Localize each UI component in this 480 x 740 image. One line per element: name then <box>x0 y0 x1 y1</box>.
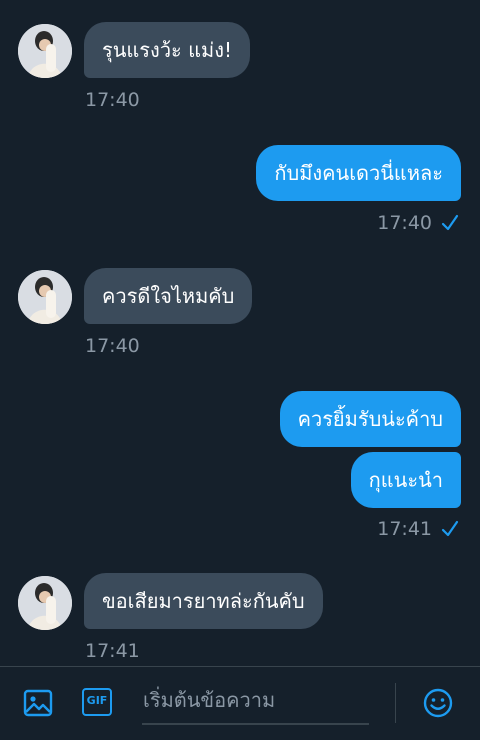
incoming-message-bubble[interactable]: ขอเสียมารยาทล่ะกันคับ <box>84 573 323 629</box>
outgoing-message-bubble[interactable]: ควรยิ้มรับน่ะค้าบ <box>279 391 461 447</box>
message-text: รุนแรงว้ะ แม่ง! <box>102 38 232 62</box>
outgoing-message-bubble[interactable]: กุแนะนำ <box>350 452 461 508</box>
message-timestamp: 17:40 <box>85 89 140 111</box>
sent-check-icon <box>441 520 459 537</box>
message-text: ควรดีใจไหมคับ <box>102 284 235 308</box>
avatar[interactable] <box>18 24 72 78</box>
avatar[interactable] <box>18 270 72 324</box>
avatar-photo <box>18 270 72 324</box>
message-input[interactable]: เริ่มต้นข้อความ <box>143 684 275 716</box>
message-text: ควรยิ้มรับน่ะค้าบ <box>297 407 443 431</box>
message-text: กุแนะนำ <box>368 468 443 492</box>
divider <box>395 683 396 723</box>
conversation-thread: รุนแรงว้ะ แม่ง! 17:40 กับมึงคนเดวนี่แหละ… <box>0 0 480 666</box>
outgoing-message-bubble[interactable]: กับมึงคนเดวนี่แหละ <box>256 145 461 201</box>
message-text: ขอเสียมารยาทล่ะกันคับ <box>102 589 305 613</box>
gif-icon[interactable]: GIF <box>82 687 114 719</box>
message-composer: GIF เริ่มต้นข้อความ <box>0 666 480 740</box>
avatar-photo <box>18 24 72 78</box>
message-timestamp: 17:41 <box>377 518 432 540</box>
message-timestamp: 17:40 <box>85 335 140 357</box>
message-timestamp: 17:40 <box>377 212 432 234</box>
message-text: กับมึงคนเดวนี่แหละ <box>274 161 443 185</box>
incoming-message-bubble[interactable]: ควรดีใจไหมคับ <box>84 268 253 324</box>
input-underline <box>142 723 369 725</box>
image-icon[interactable] <box>22 687 54 719</box>
incoming-message-bubble[interactable]: รุนแรงว้ะ แม่ง! <box>84 22 250 78</box>
emoji-icon[interactable] <box>422 687 454 719</box>
message-timestamp: 17:41 <box>85 640 140 662</box>
gif-label: GIF <box>86 694 108 707</box>
sent-check-icon <box>441 214 459 231</box>
avatar[interactable] <box>18 576 72 630</box>
avatar-photo <box>18 576 72 630</box>
